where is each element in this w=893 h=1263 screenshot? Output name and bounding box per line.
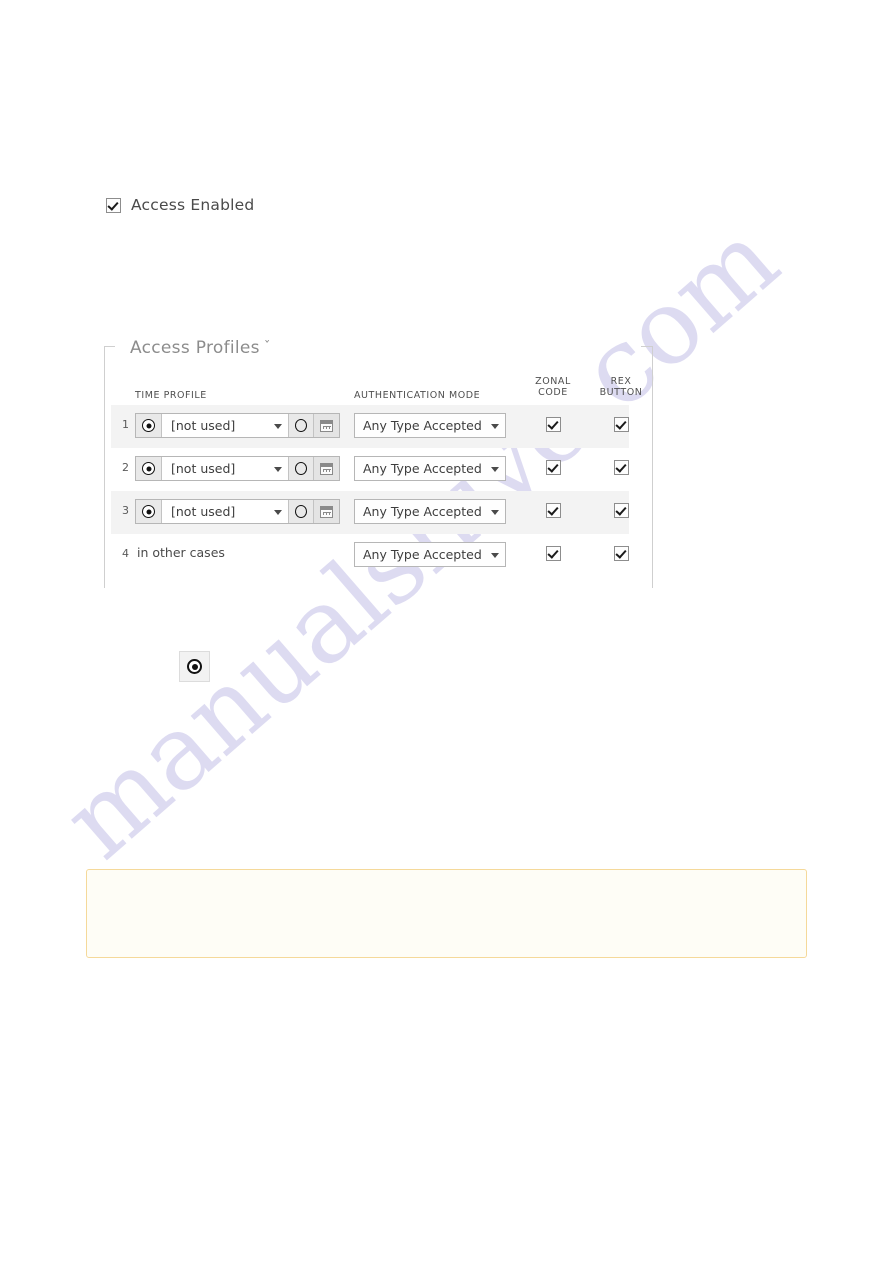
zonal-code-cell (525, 417, 581, 432)
rex-button-cell (593, 546, 649, 561)
access-profiles-panel: Access Profiles ˇ TIME PROFILE AUTHENTICA… (104, 338, 653, 588)
chevron-down-icon: ˇ (263, 340, 271, 355)
time-profile-control-group: [not used] (135, 413, 340, 438)
authentication-mode-select[interactable]: Any Type Accepted (354, 456, 506, 481)
authentication-mode-select[interactable]: Any Type Accepted (354, 542, 506, 567)
table-row: 4 in other cases Any Type Accepted (111, 534, 629, 577)
access-profiles-title-text: Access Profiles (130, 338, 260, 358)
chevron-down-icon (274, 509, 282, 515)
time-profile-select[interactable]: [not used] (162, 500, 289, 523)
authentication-mode-value: Any Type Accepted (363, 461, 482, 476)
time-profile-target-button[interactable] (136, 457, 162, 480)
chevron-down-icon (274, 423, 282, 429)
time-profile-value: [not used] (171, 461, 236, 476)
calendar-icon (320, 462, 333, 475)
column-header-rex-button: REX BUTTON (590, 376, 652, 398)
circle-icon (295, 419, 307, 432)
time-profile-calendar-button[interactable] (314, 500, 339, 523)
authentication-mode-value: Any Type Accepted (363, 418, 482, 433)
rex-button-checkbox[interactable] (613, 417, 629, 432)
calendar-icon (320, 505, 333, 518)
target-icon (142, 419, 155, 432)
rex-button-checkbox[interactable] (613, 546, 629, 561)
time-profile-target-button[interactable] (136, 414, 162, 437)
panel-border-left (104, 346, 105, 588)
time-profile-clock-button[interactable] (289, 457, 314, 480)
circle-icon (295, 505, 307, 518)
rex-button-cell (593, 503, 649, 518)
panel-border-right (652, 346, 653, 588)
access-enabled-label: Access Enabled (131, 196, 255, 214)
zonal-code-checkbox[interactable] (545, 417, 561, 432)
time-profile-value: [not used] (171, 504, 236, 519)
chevron-down-icon (491, 509, 499, 515)
calendar-icon (320, 419, 333, 432)
authentication-mode-select[interactable]: Any Type Accepted (354, 499, 506, 524)
table-row: 1 [not used] Any Type Accepted (111, 405, 629, 448)
time-profile-value: [not used] (171, 418, 236, 433)
row-number: 4 (122, 547, 129, 560)
access-profiles-table: TIME PROFILE AUTHENTICATION MODE ZONAL C… (111, 372, 645, 577)
zonal-code-checkbox[interactable] (545, 546, 561, 561)
column-header-zonal-code: ZONAL CODE (525, 376, 581, 398)
panel-border-right-stub (641, 346, 653, 347)
zonal-code-checkbox[interactable] (545, 503, 561, 518)
time-profile-select[interactable]: [not used] (162, 414, 289, 437)
target-icon-button[interactable] (179, 651, 210, 682)
circle-icon (295, 462, 307, 475)
chevron-down-icon (491, 423, 499, 429)
column-header-rex-button-line1: REX (610, 376, 632, 387)
column-header-zonal-code-line2: CODE (538, 387, 568, 398)
panel-border-left-stub (104, 346, 115, 347)
column-header-rex-button-line2: BUTTON (599, 387, 643, 398)
zonal-code-cell (525, 503, 581, 518)
time-profile-clock-button[interactable] (289, 500, 314, 523)
target-icon (142, 462, 155, 475)
zonal-code-checkbox[interactable] (545, 460, 561, 475)
row-number: 1 (122, 418, 129, 431)
watermark: manualshive.com (0, 0, 893, 1263)
table-row: 2 [not used] Any Type Accepted (111, 448, 629, 491)
access-profiles-title[interactable]: Access Profiles ˇ (130, 338, 271, 358)
access-enabled-checkbox[interactable] (106, 197, 121, 213)
rex-button-checkbox[interactable] (613, 460, 629, 475)
time-profile-control-group: [not used] (135, 499, 340, 524)
target-icon (187, 659, 202, 674)
in-other-cases-label: in other cases (137, 545, 225, 560)
time-profile-select[interactable]: [not used] (162, 457, 289, 480)
row-number: 3 (122, 504, 129, 517)
authentication-mode-value: Any Type Accepted (363, 547, 482, 562)
column-header-time-profile: TIME PROFILE (135, 390, 207, 401)
row-number: 2 (122, 461, 129, 474)
rex-button-checkbox[interactable] (613, 503, 629, 518)
column-header-zonal-code-line1: ZONAL (535, 376, 571, 387)
time-profile-clock-button[interactable] (289, 414, 314, 437)
zonal-code-cell (525, 460, 581, 475)
chevron-down-icon (491, 552, 499, 558)
time-profile-target-button[interactable] (136, 500, 162, 523)
table-row: 3 [not used] Any Type Accepted (111, 491, 629, 534)
time-profile-calendar-button[interactable] (314, 414, 339, 437)
rex-button-cell (593, 460, 649, 475)
time-profile-control-group: [not used] (135, 456, 340, 481)
authentication-mode-value: Any Type Accepted (363, 504, 482, 519)
notice-box (86, 869, 807, 958)
chevron-down-icon (274, 466, 282, 472)
rex-button-cell (593, 417, 649, 432)
target-icon (142, 505, 155, 518)
table-header-row: TIME PROFILE AUTHENTICATION MODE ZONAL C… (111, 372, 645, 406)
time-profile-calendar-button[interactable] (314, 457, 339, 480)
authentication-mode-select[interactable]: Any Type Accepted (354, 413, 506, 438)
zonal-code-cell (525, 546, 581, 561)
access-enabled-row[interactable]: Access Enabled (106, 196, 254, 214)
chevron-down-icon (491, 466, 499, 472)
column-header-authentication-mode: AUTHENTICATION MODE (354, 390, 481, 401)
